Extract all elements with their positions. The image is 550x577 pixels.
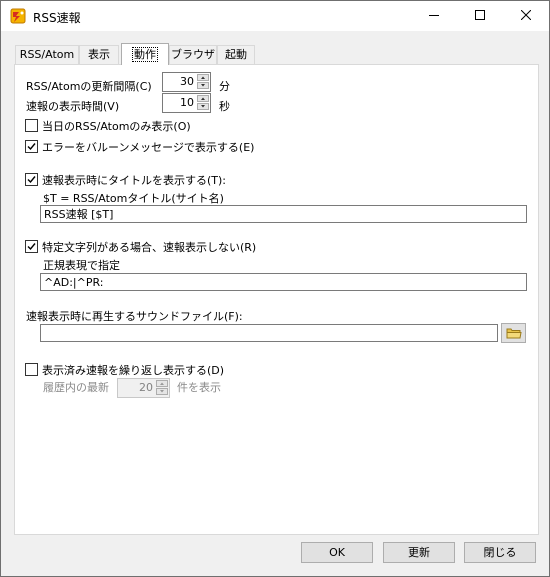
- update-button[interactable]: 更新: [383, 542, 455, 563]
- error-balloon-checkbox[interactable]: [25, 140, 38, 153]
- checkmark-icon: [27, 143, 36, 151]
- history-count-value: 20: [139, 381, 153, 394]
- rss-app-icon: [10, 8, 26, 24]
- spin-up-icon[interactable]: [156, 380, 168, 387]
- exclude-pattern-checkbox[interactable]: [25, 240, 38, 253]
- history-count-spinner[interactable]: 20: [117, 378, 170, 398]
- close-button[interactable]: 閉じる: [464, 542, 536, 563]
- settings-window: RSS速報 RSS/Atom 表示 動作 ブラウザ 起動 RSS/Atomの更新…: [0, 0, 550, 577]
- error-balloon-label: エラーをバルーンメッセージで表示する(E): [42, 141, 255, 154]
- spin-up-icon[interactable]: [197, 74, 209, 81]
- exclude-pattern-label: 特定文字列がある場合、速報表示しない(R): [42, 241, 257, 254]
- update-interval-unit: 分: [219, 80, 230, 93]
- history-suffix-label: 件を表示: [177, 381, 221, 394]
- tab-label: RSS/Atom: [19, 48, 75, 61]
- tab-label: ブラウザ: [171, 48, 215, 61]
- tab-behavior[interactable]: 動作: [121, 43, 169, 65]
- today-only-label: 当日のRSS/Atomのみ表示(O): [42, 120, 191, 133]
- today-only-checkbox[interactable]: [25, 119, 38, 132]
- display-time-unit: 秒: [219, 100, 230, 113]
- update-interval-value: 30: [180, 75, 194, 88]
- spin-down-icon[interactable]: [156, 388, 168, 395]
- show-title-checkbox[interactable]: [25, 173, 38, 186]
- title-format-hint: $T = RSS/Atomタイトル(サイト名): [43, 192, 224, 205]
- regex-hint: 正規表現で指定: [43, 259, 120, 272]
- tab-label: 動作: [132, 47, 158, 62]
- update-interval-spinner[interactable]: 30: [162, 72, 211, 92]
- title-format-input[interactable]: RSS速報 [$T]: [40, 205, 527, 223]
- display-time-spinner[interactable]: 10: [162, 93, 211, 113]
- checkmark-icon: [27, 176, 36, 184]
- title-bar: RSS速報: [1, 1, 549, 31]
- sound-file-label: 速報表示時に再生するサウンドファイル(F):: [26, 310, 243, 323]
- tab-label: 表示: [88, 48, 110, 61]
- browse-sound-button[interactable]: [501, 323, 526, 343]
- spin-up-icon[interactable]: [197, 95, 209, 102]
- behavior-panel: [14, 64, 539, 535]
- tab-display[interactable]: 表示: [79, 45, 119, 64]
- spin-down-icon[interactable]: [197, 82, 209, 89]
- maximize-button[interactable]: [457, 1, 503, 31]
- window-title: RSS速報: [33, 11, 81, 25]
- ok-button[interactable]: OK: [301, 542, 373, 563]
- minimize-icon: [429, 10, 439, 23]
- folder-icon: [506, 328, 522, 339]
- show-title-label: 速報表示時にタイトルを表示する(T):: [42, 174, 227, 187]
- minimize-button[interactable]: [411, 1, 457, 31]
- repeat-display-label: 表示済み速報を繰り返し表示する(D): [42, 364, 225, 377]
- tab-browser[interactable]: ブラウザ: [169, 45, 217, 64]
- tab-label: 起動: [225, 48, 247, 61]
- tab-rss-atom[interactable]: RSS/Atom: [15, 45, 79, 64]
- close-window-button[interactable]: [503, 1, 549, 31]
- maximize-icon: [475, 9, 485, 23]
- spin-down-icon[interactable]: [197, 103, 209, 110]
- checkmark-icon: [27, 243, 36, 251]
- display-time-label: 速報の表示時間(V): [26, 100, 120, 113]
- update-interval-label: RSS/Atomの更新間隔(C): [26, 80, 152, 93]
- history-prefix-label: 履歴内の最新: [43, 381, 109, 394]
- exclude-pattern-input[interactable]: ^AD:|^PR:: [40, 273, 527, 291]
- display-time-value: 10: [180, 96, 194, 109]
- tab-startup[interactable]: 起動: [217, 45, 255, 64]
- sound-file-input[interactable]: [40, 324, 498, 342]
- close-icon: [520, 9, 532, 23]
- repeat-display-checkbox[interactable]: [25, 363, 38, 376]
